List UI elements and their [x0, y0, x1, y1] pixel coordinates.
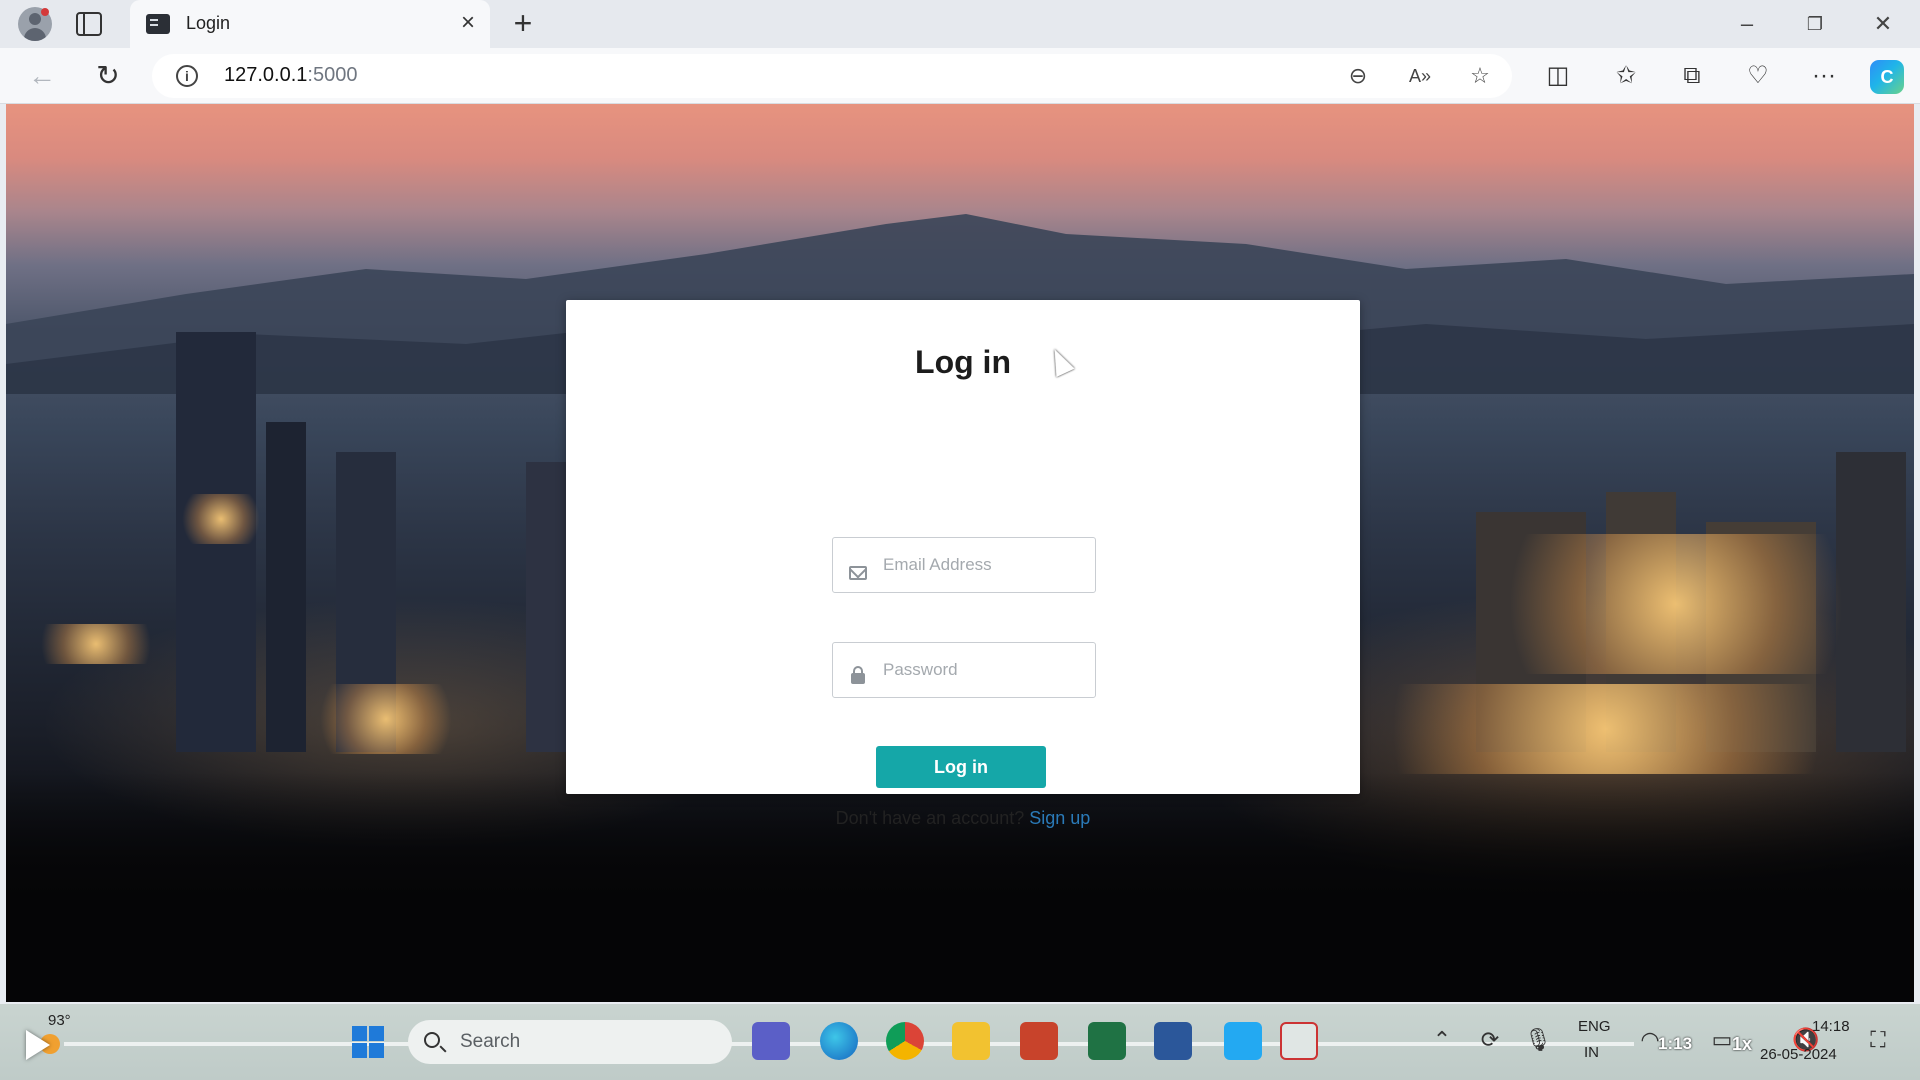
terminal-favicon-icon [146, 14, 170, 34]
video-elapsed-time: 1:13 [1658, 1034, 1693, 1053]
zoom-out-icon[interactable]: ⊖ [1344, 62, 1372, 90]
email-field[interactable] [832, 537, 1096, 593]
favorites-icon[interactable]: ✩ [1610, 60, 1642, 92]
new-tab-icon[interactable]: + [508, 7, 538, 41]
signup-prompt: Don't have an account? Sign up [566, 808, 1360, 829]
url-host: 127.0.0.1 [224, 64, 308, 86]
close-window-icon[interactable]: ✕ [1860, 8, 1906, 40]
login-button[interactable]: Log in [876, 746, 1046, 788]
close-tab-icon[interactable]: × [456, 11, 480, 35]
fullscreen-icon[interactable]: ⛶ [1864, 1026, 1892, 1054]
taskbar-search[interactable]: Search [408, 1020, 732, 1064]
more-menu-icon[interactable]: ··· [1808, 60, 1840, 92]
reload-icon[interactable]: ↻ [92, 60, 124, 92]
notification-dot-icon [41, 8, 49, 16]
dark-foreground [6, 772, 1914, 1002]
video-speed[interactable]: 1x [1732, 1034, 1752, 1055]
lock-icon [851, 666, 865, 684]
browser-toolbar: ← ↻ i 127.0.0.1:5000 ⊖ A» ☆ ◫ ✩ ⧉ ♡ ··· … [0, 48, 1920, 104]
mail-icon [849, 566, 867, 580]
address-bar[interactable]: i 127.0.0.1:5000 ⊖ A» ☆ [152, 54, 1512, 98]
tab-login[interactable]: Login × [130, 0, 490, 48]
favorite-star-icon[interactable]: ☆ [1466, 62, 1494, 90]
clock-time[interactable]: 14:18 [1812, 1018, 1850, 1035]
browser-essentials-icon[interactable]: ♡ [1742, 60, 1774, 92]
taskbar: 93° Search ⌃ ⟳ 🎙 ENG IN ◠ 1:13 ▭ 1x 🔇 14… [0, 1004, 1920, 1080]
windows-start-icon[interactable] [352, 1026, 384, 1058]
email-input[interactable] [881, 538, 1091, 592]
snipping-tool-icon[interactable] [1280, 1022, 1318, 1060]
teams-icon[interactable] [752, 1022, 790, 1060]
copilot-icon[interactable]: C [1870, 60, 1904, 94]
password-field[interactable] [832, 642, 1096, 698]
url-text[interactable]: 127.0.0.1:5000 [224, 64, 357, 87]
split-screen-icon[interactable]: ◫ [1542, 60, 1574, 92]
minimize-icon[interactable]: – [1724, 8, 1770, 40]
excel-icon[interactable] [1088, 1022, 1126, 1060]
search-icon [424, 1032, 440, 1048]
edge-icon[interactable] [820, 1022, 858, 1060]
login-card: Log in Log in Don't have an account? Sig… [566, 300, 1360, 828]
password-input[interactable] [881, 643, 1091, 697]
video-play-icon[interactable] [26, 1030, 50, 1060]
microphone-icon[interactable]: 🎙 [1524, 1026, 1552, 1054]
collections-icon[interactable]: ⧉ [1676, 60, 1708, 92]
word-icon[interactable] [1154, 1022, 1192, 1060]
page-viewport: Log in Log in Don't have an account? Sig… [6, 104, 1914, 1002]
tab-actions-icon[interactable] [76, 12, 102, 36]
powerpoint-icon[interactable] [1020, 1022, 1058, 1060]
chrome-icon[interactable] [886, 1022, 924, 1060]
weather-temp[interactable]: 93° [48, 1012, 71, 1029]
back-icon[interactable]: ← [26, 60, 58, 92]
browser-titlebar: Login × + – ❐ ✕ [0, 0, 1920, 48]
show-hidden-icons-icon[interactable]: ⌃ [1428, 1026, 1456, 1054]
region-indicator[interactable]: IN [1584, 1044, 1599, 1061]
read-aloud-icon[interactable]: A» [1406, 62, 1434, 90]
page-title: Log in [915, 344, 1011, 380]
vscode-icon[interactable] [1224, 1022, 1262, 1060]
file-explorer-icon[interactable] [952, 1022, 990, 1060]
site-info-icon[interactable]: i [176, 65, 198, 87]
search-input[interactable]: Search [460, 1031, 520, 1053]
sync-icon[interactable]: ⟳ [1476, 1026, 1504, 1054]
signup-prompt-text: Don't have an account? [835, 808, 1025, 828]
restore-icon[interactable]: ❐ [1792, 8, 1838, 40]
signup-link[interactable]: Sign up [1029, 808, 1090, 828]
clock-date[interactable]: 26-05-2024 [1760, 1046, 1837, 1063]
language-indicator[interactable]: ENG [1578, 1018, 1611, 1035]
tab-title: Login [186, 13, 231, 33]
url-port: :5000 [307, 64, 358, 86]
